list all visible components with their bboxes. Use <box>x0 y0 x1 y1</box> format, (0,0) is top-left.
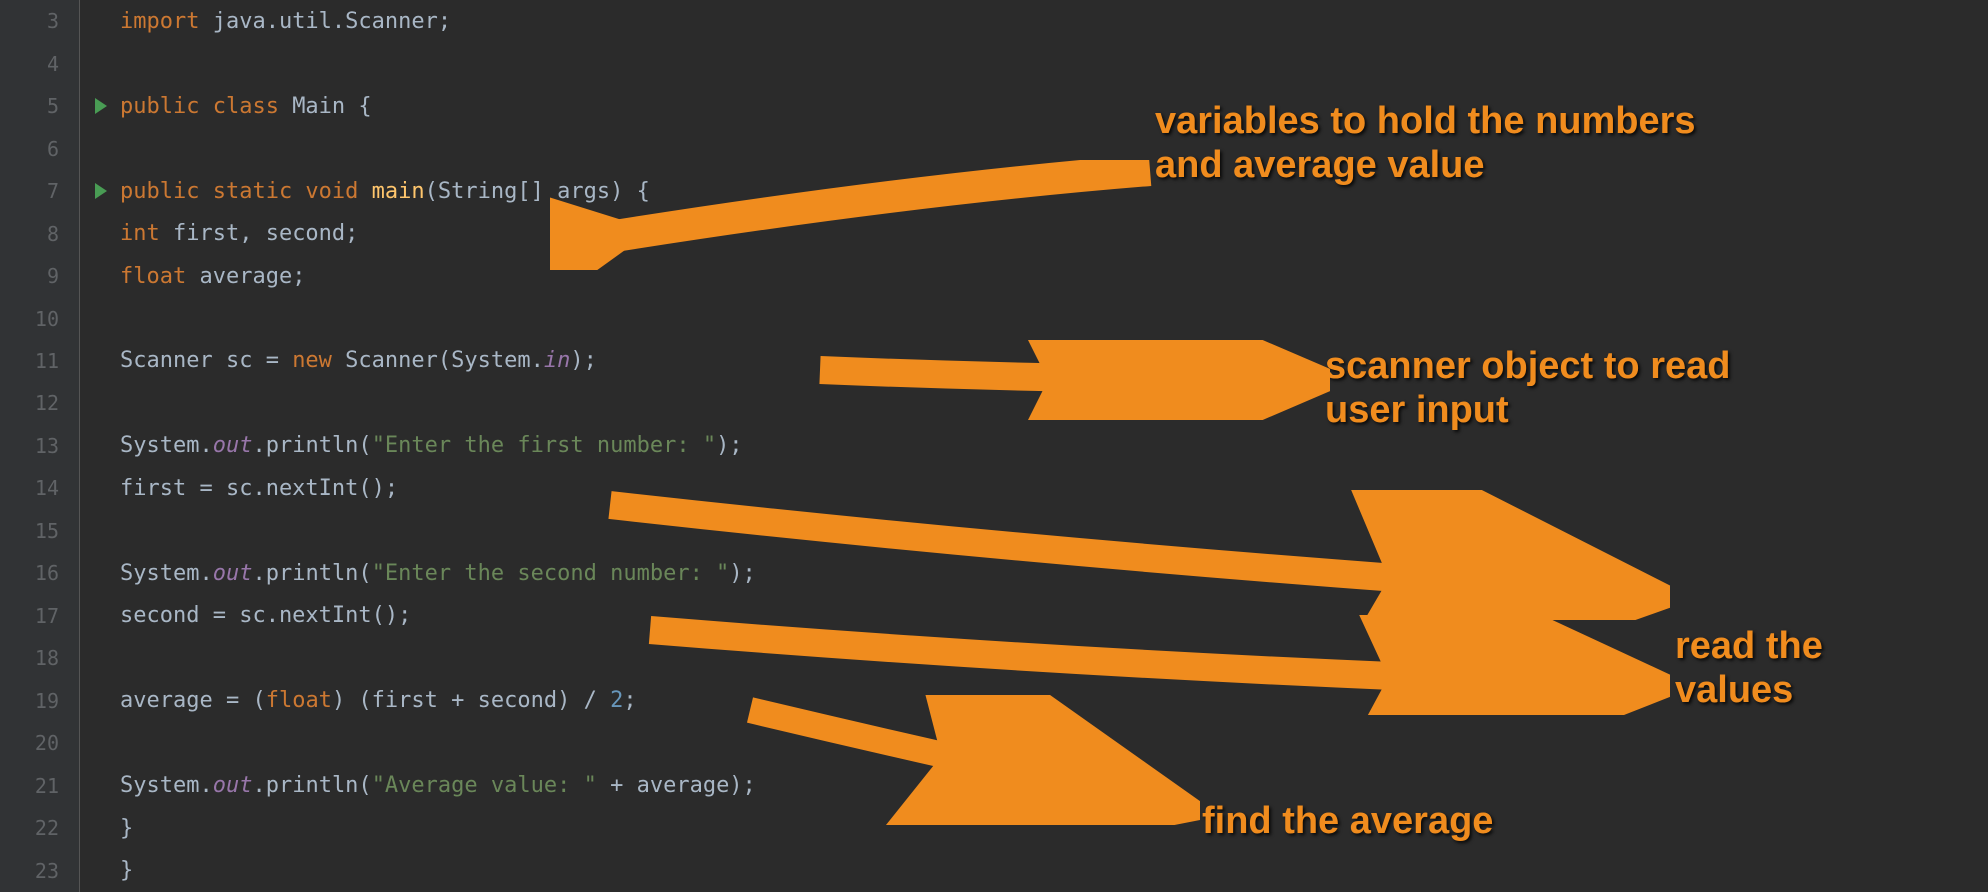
line-number[interactable]: 16 <box>0 552 79 594</box>
line-number[interactable]: 14 <box>0 467 79 509</box>
annotation-read: read the values <box>1675 625 1823 712</box>
code-line[interactable] <box>120 127 1988 169</box>
code-line[interactable]: import java.util.Scanner; <box>120 0 1988 42</box>
line-number[interactable]: 22 <box>0 807 79 849</box>
code-line[interactable] <box>120 722 1988 764</box>
code-line[interactable]: } <box>120 807 1988 849</box>
line-number[interactable]: 23 <box>0 849 79 891</box>
line-number[interactable]: 3 <box>0 0 79 42</box>
annotation-scanner: scanner object to read user input <box>1325 345 1730 432</box>
line-number[interactable]: 13 <box>0 425 79 467</box>
code-area[interactable]: import java.util.Scanner; public class M… <box>80 0 1988 892</box>
line-number[interactable]: 9 <box>0 255 79 297</box>
code-line[interactable]: int first, second; <box>120 212 1988 254</box>
line-number[interactable]: 19 <box>0 680 79 722</box>
line-number[interactable]: 21 <box>0 764 79 806</box>
line-number[interactable]: 12 <box>0 382 79 424</box>
line-number[interactable]: 17 <box>0 595 79 637</box>
line-number[interactable]: 15 <box>0 510 79 552</box>
gutter: 3 4 5 6 7 8 9 10 11 12 13 14 15 16 17 18… <box>0 0 80 892</box>
code-line[interactable]: public static void main(String[] args) { <box>120 170 1988 212</box>
code-line[interactable] <box>120 42 1988 84</box>
line-number[interactable]: 6 <box>0 127 79 169</box>
code-line[interactable] <box>120 510 1988 552</box>
line-number[interactable]: 20 <box>0 722 79 764</box>
line-number[interactable]: 7 <box>0 170 79 212</box>
code-line[interactable]: System.out.println("Enter the second num… <box>120 552 1988 594</box>
line-number[interactable]: 4 <box>0 42 79 84</box>
code-line[interactable]: float average; <box>120 255 1988 297</box>
line-number[interactable]: 10 <box>0 297 79 339</box>
code-line[interactable]: public class Main { <box>120 85 1988 127</box>
line-number[interactable]: 18 <box>0 637 79 679</box>
line-number[interactable]: 5 <box>0 85 79 127</box>
code-line[interactable]: System.out.println("Average value: " + a… <box>120 764 1988 806</box>
code-line[interactable] <box>120 297 1988 339</box>
annotation-variables: variables to hold the numbers and averag… <box>1155 100 1696 187</box>
code-line[interactable]: first = sc.nextInt(); <box>120 467 1988 509</box>
line-number[interactable]: 8 <box>0 212 79 254</box>
line-number[interactable]: 11 <box>0 340 79 382</box>
code-line[interactable]: } <box>120 849 1988 891</box>
annotation-average: find the average <box>1202 800 1493 844</box>
